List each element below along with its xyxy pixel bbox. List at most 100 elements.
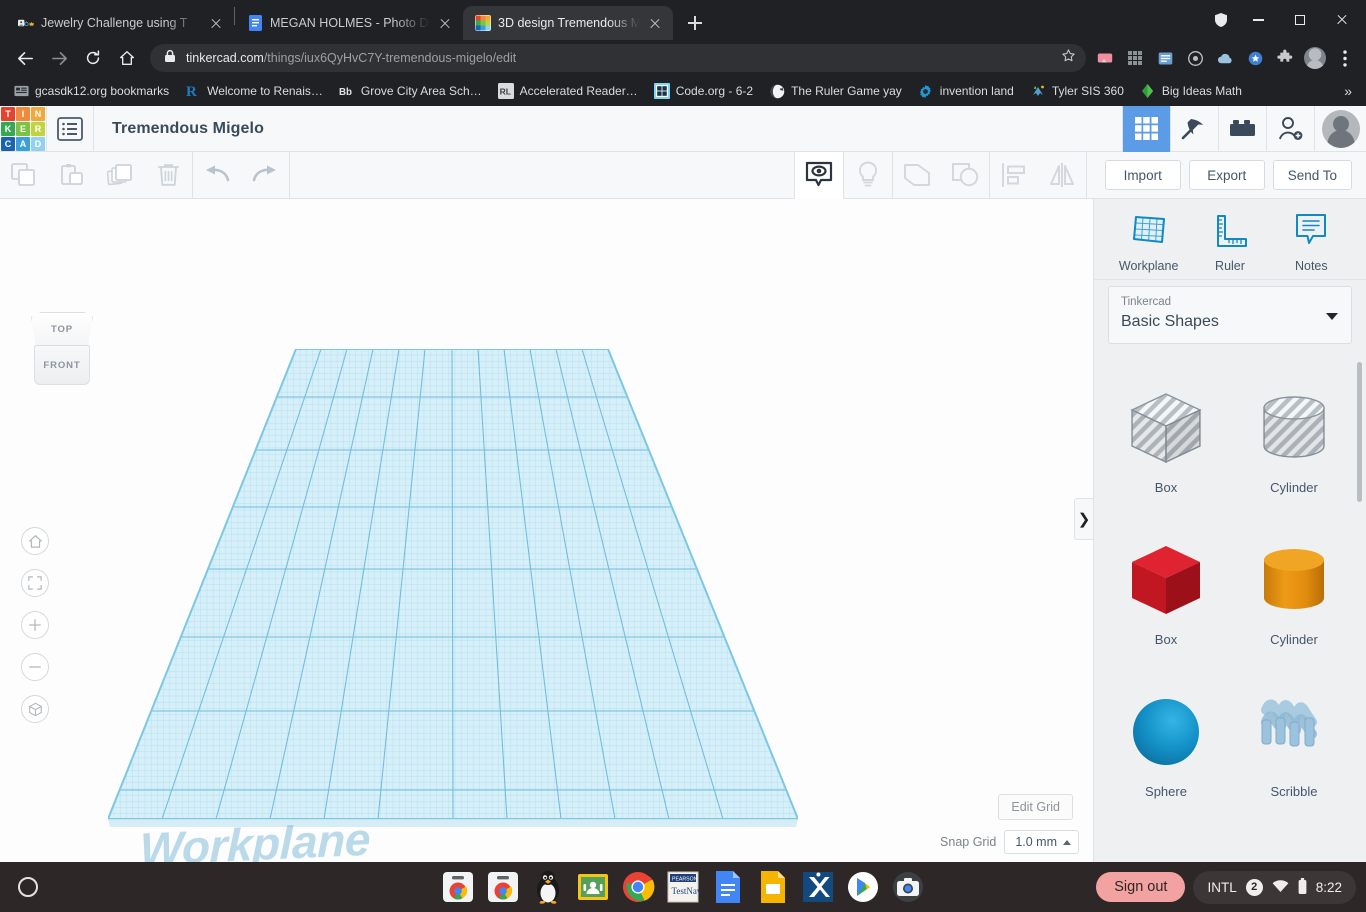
google-docs-icon[interactable] bbox=[710, 869, 746, 905]
gallery-grid-icon[interactable] bbox=[1122, 106, 1170, 152]
extension-grid-icon[interactable] bbox=[1122, 45, 1148, 71]
duplicate-icon[interactable] bbox=[96, 152, 144, 199]
hole-cylinder-icon bbox=[1250, 378, 1338, 478]
zoom-out-icon[interactable] bbox=[21, 653, 49, 681]
lightbulb-icon[interactable] bbox=[844, 152, 892, 199]
align-icon[interactable] bbox=[990, 152, 1038, 199]
shape-library-select[interactable]: Tinkercad Basic Shapes bbox=[1108, 286, 1352, 344]
new-tab-button[interactable] bbox=[681, 9, 709, 37]
copy-icon[interactable] bbox=[0, 152, 48, 199]
chrome-icon[interactable] bbox=[620, 869, 656, 905]
avatar[interactable] bbox=[1302, 45, 1328, 71]
bookmark-item-ruler-game[interactable]: The Ruler Game yay bbox=[762, 79, 909, 103]
delete-trash-icon[interactable] bbox=[144, 152, 192, 199]
tab-close-icon[interactable] bbox=[437, 15, 453, 31]
close-icon[interactable] bbox=[1322, 6, 1362, 34]
design-canvas[interactable]: TOP FRONT bbox=[0, 199, 1093, 862]
shape-item-scribble[interactable]: Scribble bbox=[1230, 672, 1358, 824]
tab-close-icon[interactable] bbox=[647, 15, 663, 31]
workplane-grid[interactable] bbox=[108, 349, 798, 833]
chrome-shortcut-1-icon[interactable] bbox=[440, 869, 476, 905]
lego-brick-icon[interactable] bbox=[1218, 106, 1266, 152]
google-play-icon[interactable] bbox=[845, 869, 881, 905]
export-button[interactable]: Export bbox=[1189, 160, 1265, 190]
extension-bluecircle-icon[interactable] bbox=[1242, 45, 1268, 71]
bookmark-item-accelerated-reader[interactable]: RL Accelerated Reader… bbox=[491, 79, 645, 103]
sign-out-button[interactable]: Sign out bbox=[1096, 872, 1185, 902]
shape-item-solid-box[interactable]: Box bbox=[1102, 520, 1230, 672]
project-list-icon[interactable] bbox=[47, 106, 93, 152]
pickaxe-icon[interactable] bbox=[1170, 106, 1218, 152]
edit-grid-button[interactable]: Edit Grid bbox=[998, 794, 1073, 820]
home-icon[interactable] bbox=[110, 41, 144, 75]
shape-item-sphere[interactable]: Sphere bbox=[1102, 672, 1230, 824]
bookmark-item-renaissance[interactable]: R Welcome to Renais… bbox=[178, 79, 330, 103]
chrome-shortcut-2-icon[interactable] bbox=[485, 869, 521, 905]
snap-grid-select[interactable]: 1.0 mm bbox=[1004, 830, 1079, 854]
view-cube-front-face[interactable]: FRONT bbox=[34, 345, 90, 385]
logo-tile-k: K bbox=[1, 122, 15, 136]
maximize-icon[interactable] bbox=[1280, 6, 1320, 34]
launcher-circle-icon[interactable] bbox=[0, 877, 56, 897]
bookmark-item-invention-land[interactable]: invention land bbox=[911, 79, 1021, 103]
visibility-eye-icon[interactable] bbox=[795, 152, 843, 199]
bookmark-item-codeorg[interactable]: Code.org - 6-2 bbox=[647, 79, 760, 103]
workplane-tool[interactable]: Workplane bbox=[1113, 213, 1185, 273]
extension-puzzle-icon[interactable] bbox=[1272, 45, 1298, 71]
shape-item-hole-cylinder[interactable]: Cylinder bbox=[1230, 368, 1358, 520]
browser-tab-1[interactable]: Jewelry Challenge using T bbox=[6, 6, 234, 40]
redo-icon[interactable] bbox=[241, 152, 289, 199]
extension-cloud-icon[interactable] bbox=[1212, 45, 1238, 71]
view-cube-top-face[interactable]: TOP bbox=[31, 312, 93, 346]
forward-arrow-icon[interactable] bbox=[42, 41, 76, 75]
bookmark-item-gcasdk12[interactable]: gcasdk12.org bookmarks bbox=[6, 79, 176, 103]
bookmark-star-icon[interactable] bbox=[1061, 48, 1076, 68]
ungroup-shapes-icon[interactable] bbox=[941, 152, 989, 199]
mirror-flip-icon[interactable] bbox=[1038, 152, 1086, 199]
bookmarks-overflow-button[interactable]: » bbox=[1336, 81, 1360, 101]
ruler-tool[interactable]: Ruler bbox=[1194, 213, 1266, 273]
extension-blue-icon[interactable] bbox=[1152, 45, 1178, 71]
workplane-tool-label: Workplane bbox=[1119, 259, 1179, 273]
minimize-icon[interactable] bbox=[1238, 6, 1278, 34]
status-tray[interactable]: INTL 2 8:22 bbox=[1193, 871, 1356, 904]
browser-tab-2[interactable]: MEGAN HOLMES - Photo Docum bbox=[235, 6, 463, 40]
google-slides-icon[interactable] bbox=[755, 869, 791, 905]
pearson-testnav-icon[interactable]: PEARSONTestNav bbox=[665, 869, 701, 905]
reload-icon[interactable] bbox=[76, 41, 110, 75]
address-bar[interactable]: tinkercad.com/things/iux6QyHvC7Y-tremend… bbox=[150, 44, 1086, 72]
home-view-icon[interactable] bbox=[21, 527, 49, 555]
extension-pink-icon[interactable] bbox=[1092, 45, 1118, 71]
import-button[interactable]: Import bbox=[1105, 160, 1181, 190]
panel-scrollbar[interactable] bbox=[1357, 362, 1362, 502]
extension-circle-icon[interactable] bbox=[1182, 45, 1208, 71]
x-app-icon[interactable] bbox=[800, 869, 836, 905]
bookmark-item-tyler-sis[interactable]: Tyler SIS 360 bbox=[1023, 79, 1131, 103]
fit-to-view-icon[interactable] bbox=[21, 569, 49, 597]
paste-icon[interactable] bbox=[48, 152, 96, 199]
panel-collapse-handle[interactable]: ❯ bbox=[1074, 498, 1093, 540]
tux-penguin-icon[interactable] bbox=[530, 869, 566, 905]
tab-close-icon[interactable] bbox=[208, 15, 224, 31]
zoom-in-icon[interactable] bbox=[21, 611, 49, 639]
camera-icon[interactable] bbox=[890, 869, 926, 905]
avatar[interactable] bbox=[1314, 106, 1366, 152]
notes-tool[interactable]: Notes bbox=[1275, 213, 1347, 273]
view-cube[interactable]: TOP FRONT bbox=[27, 312, 97, 386]
browser-tab-3-active[interactable]: 3D design Tremendous Migelo | bbox=[463, 6, 673, 40]
bookmark-item-grovecity[interactable]: Bb Grove City Area Sch… bbox=[332, 79, 489, 103]
three-dot-menu-icon[interactable] bbox=[1332, 45, 1358, 71]
invite-person-icon[interactable] bbox=[1266, 106, 1314, 152]
shield-icon[interactable] bbox=[1206, 6, 1236, 34]
send-to-button[interactable]: Send To bbox=[1273, 160, 1352, 190]
bookmark-item-big-ideas-math[interactable]: Big Ideas Math bbox=[1133, 79, 1249, 103]
group-shapes-icon[interactable] bbox=[893, 152, 941, 199]
tinkercad-logo[interactable]: T I N K E R C A D bbox=[0, 106, 46, 152]
google-classroom-icon[interactable] bbox=[575, 869, 611, 905]
shape-item-hole-box[interactable]: Box bbox=[1102, 368, 1230, 520]
back-arrow-icon[interactable] bbox=[8, 41, 42, 75]
shapes-grid[interactable]: Box Cylinder bbox=[1094, 354, 1366, 862]
shape-item-solid-cylinder[interactable]: Cylinder bbox=[1230, 520, 1358, 672]
perspective-toggle-icon[interactable] bbox=[21, 695, 49, 723]
undo-icon[interactable] bbox=[193, 152, 241, 199]
